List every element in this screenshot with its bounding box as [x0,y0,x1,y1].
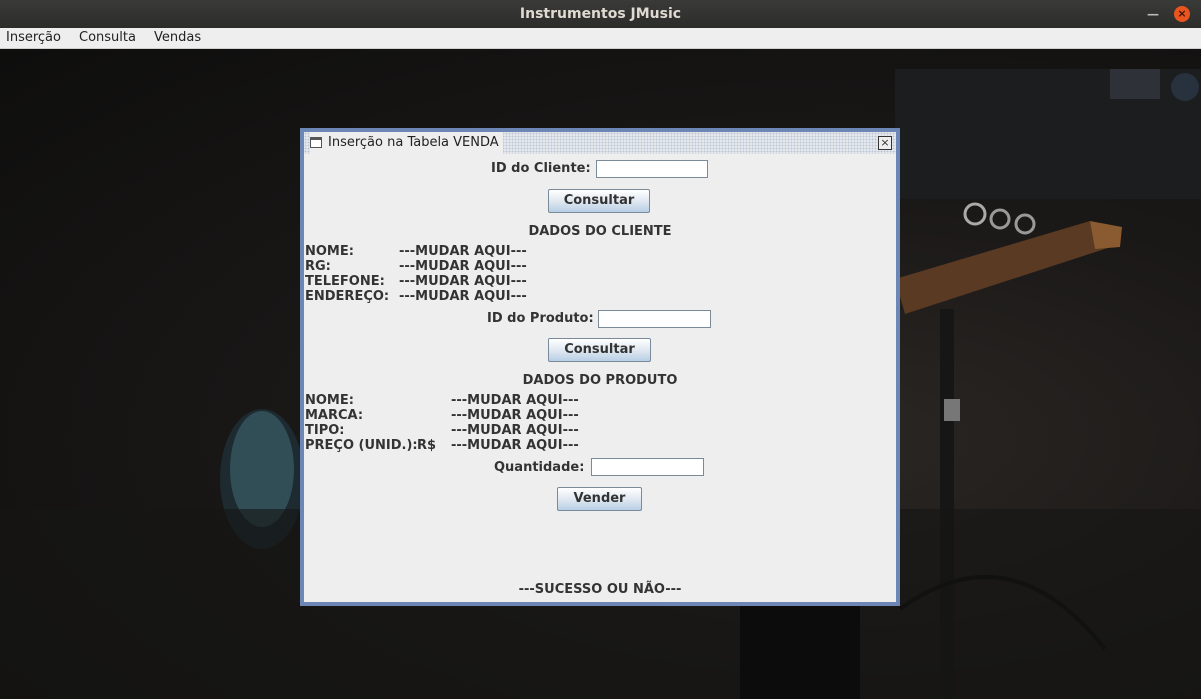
product-price-label: PREÇO (UNID.): [305,438,418,453]
menu-insercao[interactable]: Inserção [6,30,61,45]
quantity-input[interactable] [591,458,704,476]
client-phone-value: ---MUDAR AQUI--- [399,274,527,289]
dialog-title-wrap: Inserção na Tabela VENDA [310,132,503,154]
product-type-label: TIPO: [305,423,345,438]
client-address-label: ENDEREÇO: [305,289,390,304]
menu-bar: Inserção Consulta Vendas [0,28,1201,49]
dialog-content: ID do Cliente: Consultar DADOS DO CLIENT… [304,154,896,602]
status-text: ---SUCESSO OU NÃO--- [518,582,682,597]
client-id-input[interactable] [596,160,708,178]
product-id-label: ID do Produto: [487,311,594,326]
product-type-value: ---MUDAR AQUI--- [451,423,579,438]
window-title: Instrumentos JMusic [519,6,682,22]
menu-consulta[interactable]: Consulta [79,30,136,45]
product-name-value: ---MUDAR AQUI--- [451,393,579,408]
dialog-title: Inserção na Tabela VENDA [328,135,499,150]
client-phone-label: TELEFONE: [305,274,385,289]
sell-button[interactable]: Vender [557,487,642,511]
client-rg-label: RG: [305,259,331,274]
window-titlebar: Instrumentos JMusic — × [0,0,1201,28]
product-brand-label: MARCA: [305,408,364,423]
product-id-input[interactable] [598,310,711,328]
frame-icon [310,137,322,148]
menu-vendas[interactable]: Vendas [154,30,201,45]
client-id-label: ID do Cliente: [491,161,591,176]
insert-sale-dialog: Inserção na Tabela VENDA × ID do Cliente… [300,128,900,606]
dialog-close-icon[interactable]: × [878,136,892,150]
product-price-currency: R$ [417,438,437,453]
client-section-title: DADOS DO CLIENTE [528,224,672,239]
consult-client-button[interactable]: Consultar [548,189,650,213]
consult-product-button[interactable]: Consultar [548,338,651,362]
client-name-label: NOME: [305,244,354,259]
product-price-value: ---MUDAR AQUI--- [451,438,579,453]
product-brand-value: ---MUDAR AQUI--- [451,408,579,423]
dialog-titlebar: Inserção na Tabela VENDA × [304,132,896,154]
product-name-label: NOME: [305,393,354,408]
client-name-value: ---MUDAR AQUI--- [399,244,527,259]
product-section-title: DADOS DO PRODUTO [522,373,678,388]
close-icon[interactable]: × [1174,6,1190,22]
quantity-label: Quantidade: [494,460,585,475]
minimize-icon[interactable]: — [1145,6,1161,22]
client-rg-value: ---MUDAR AQUI--- [399,259,527,274]
client-address-value: ---MUDAR AQUI--- [399,289,527,304]
